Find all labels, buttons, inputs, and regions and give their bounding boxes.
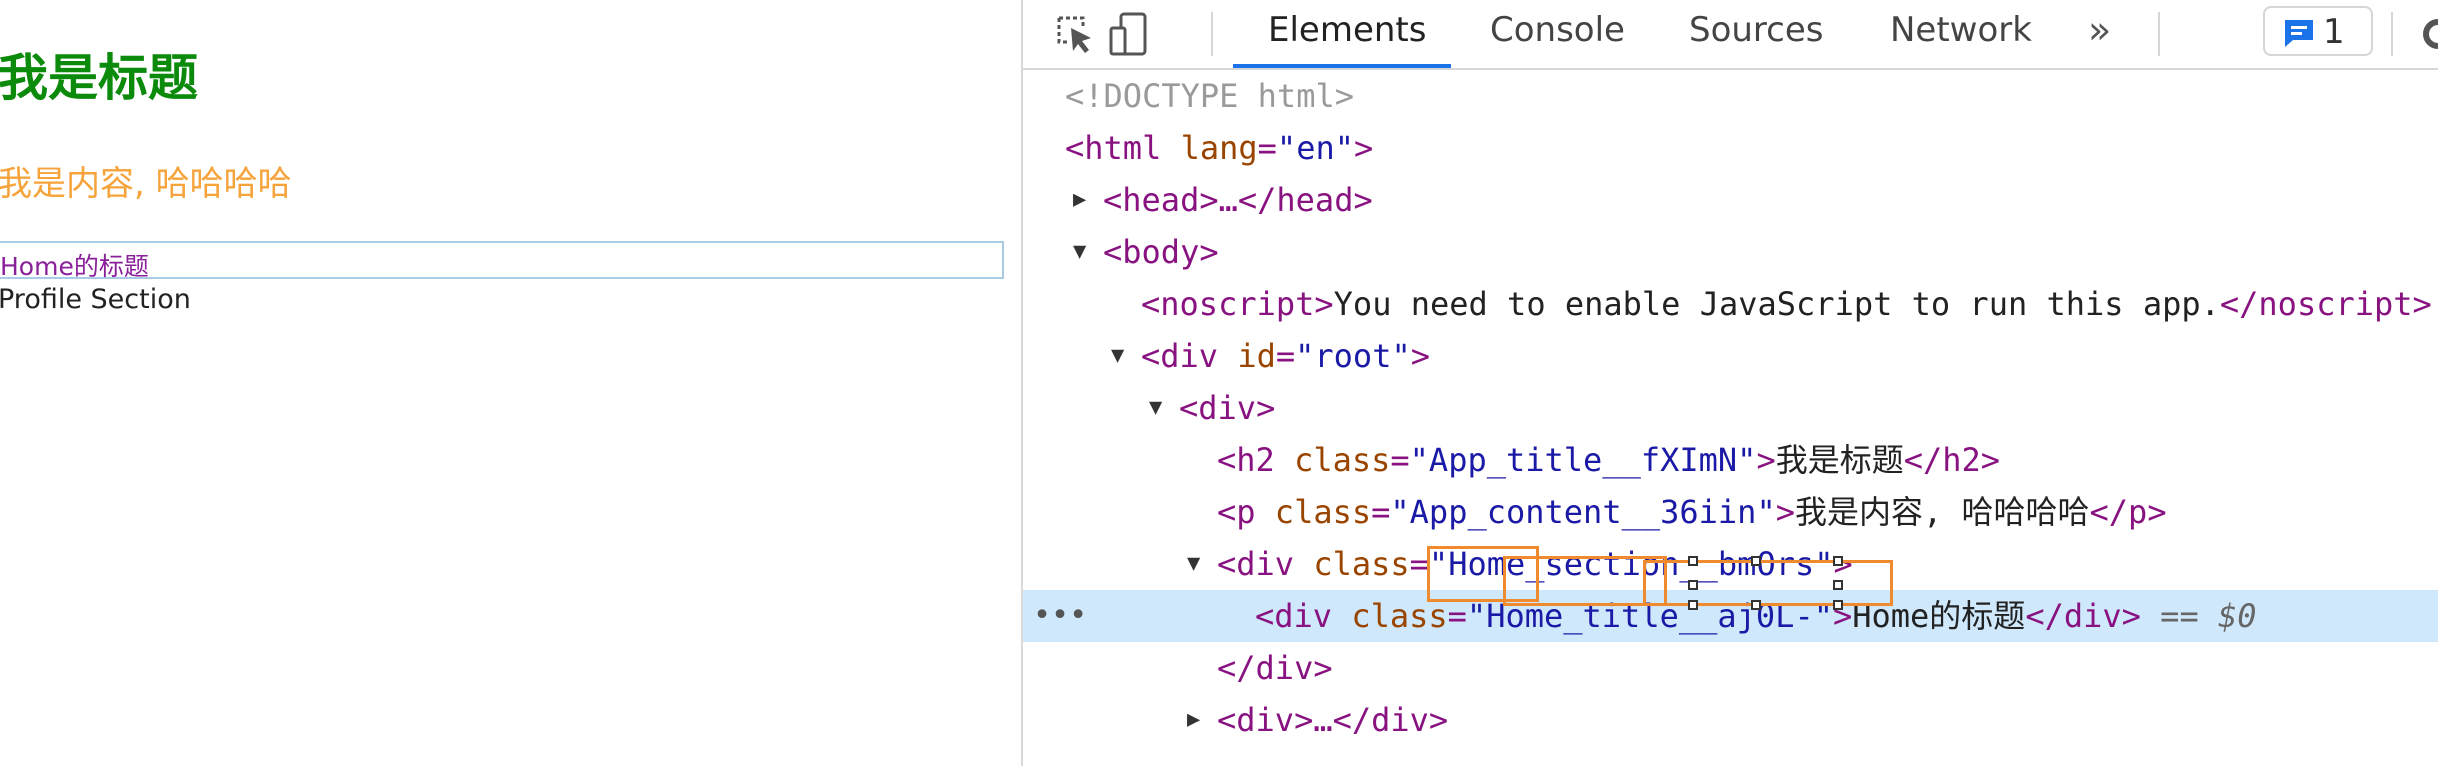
- active-tab-indicator: [1233, 64, 1451, 68]
- issues-icon: [2283, 18, 2315, 52]
- toolbar-separator: [2391, 12, 2393, 56]
- dom-node-root[interactable]: ▼ <div id="root">: [1023, 330, 2438, 382]
- page-content: 我是内容, 哈哈哈哈: [0, 164, 292, 204]
- dom-node-doctype[interactable]: <!DOCTYPE html>: [1023, 70, 2438, 122]
- rendered-page: 我是标题 我是内容, 哈哈哈哈 Home的标题 Profile Section: [0, 0, 1021, 766]
- expand-arrow-icon[interactable]: ▶: [1187, 694, 1200, 746]
- collapse-arrow-icon[interactable]: ▼: [1187, 538, 1200, 590]
- resize-handle[interactable]: [1833, 600, 1843, 610]
- more-tabs-button[interactable]: »: [2088, 6, 2111, 54]
- dom-node-noscript[interactable]: <noscript>You need to enable JavaScript …: [1023, 278, 2438, 330]
- dom-node-head[interactable]: ▶ <head>…</head>: [1023, 174, 2438, 226]
- tab-sources[interactable]: Sources: [1689, 0, 1824, 66]
- dom-node-html[interactable]: <html lang="en">: [1023, 122, 2438, 174]
- dom-node-div-collapsed[interactable]: ▶ <div>…</div>: [1023, 694, 2438, 746]
- toolbar-separator: [1211, 12, 1213, 56]
- device-toolbar-icon[interactable]: [1103, 8, 1155, 60]
- more-options-icon[interactable]: •••: [1033, 590, 1087, 642]
- resize-handle[interactable]: [1688, 580, 1698, 590]
- resize-handle[interactable]: [1751, 556, 1761, 566]
- collapse-arrow-icon[interactable]: ▼: [1111, 330, 1124, 382]
- devtools-panel: Elements Console Sources Network » 1 <!D…: [1023, 0, 2438, 766]
- collapse-arrow-icon[interactable]: ▼: [1073, 226, 1086, 278]
- issues-count: 1: [2323, 12, 2345, 52]
- tab-elements[interactable]: Elements: [1268, 0, 1426, 66]
- tab-console[interactable]: Console: [1490, 0, 1625, 66]
- page-title: 我是标题: [0, 49, 198, 107]
- issues-button[interactable]: 1: [2263, 6, 2373, 56]
- resize-handle[interactable]: [1833, 556, 1843, 566]
- devtools-toolbar: Elements Console Sources Network » 1: [1023, 0, 2438, 70]
- home-title: Home的标题: [0, 252, 149, 281]
- dom-node-div-close[interactable]: </div>: [1023, 642, 2438, 694]
- dom-node-body[interactable]: ▼ <body>: [1023, 226, 2438, 278]
- resize-handle[interactable]: [1751, 600, 1761, 610]
- dom-node-h2[interactable]: <h2 class="App_title__fXImN">我是标题</h2>: [1023, 434, 2438, 486]
- profile-section: Profile Section: [0, 284, 191, 315]
- resize-handle[interactable]: [1688, 556, 1698, 566]
- resize-handle[interactable]: [1833, 580, 1843, 590]
- dom-node-div[interactable]: ▼ <div>: [1023, 382, 2438, 434]
- expand-arrow-icon[interactable]: ▶: [1073, 174, 1086, 226]
- inspect-icon[interactable]: [1049, 8, 1101, 60]
- text-highlight-box: [1643, 560, 1893, 606]
- resize-handle[interactable]: [1688, 600, 1698, 610]
- tab-network[interactable]: Network: [1890, 0, 2032, 66]
- home-section-highlight: Home的标题: [0, 241, 1004, 281]
- dom-node-p[interactable]: <p class="App_content__36iin">我是内容, 哈哈哈哈…: [1023, 486, 2438, 538]
- settings-icon[interactable]: [2418, 14, 2438, 54]
- toolbar-separator: [2158, 12, 2160, 56]
- collapse-arrow-icon[interactable]: ▼: [1149, 382, 1162, 434]
